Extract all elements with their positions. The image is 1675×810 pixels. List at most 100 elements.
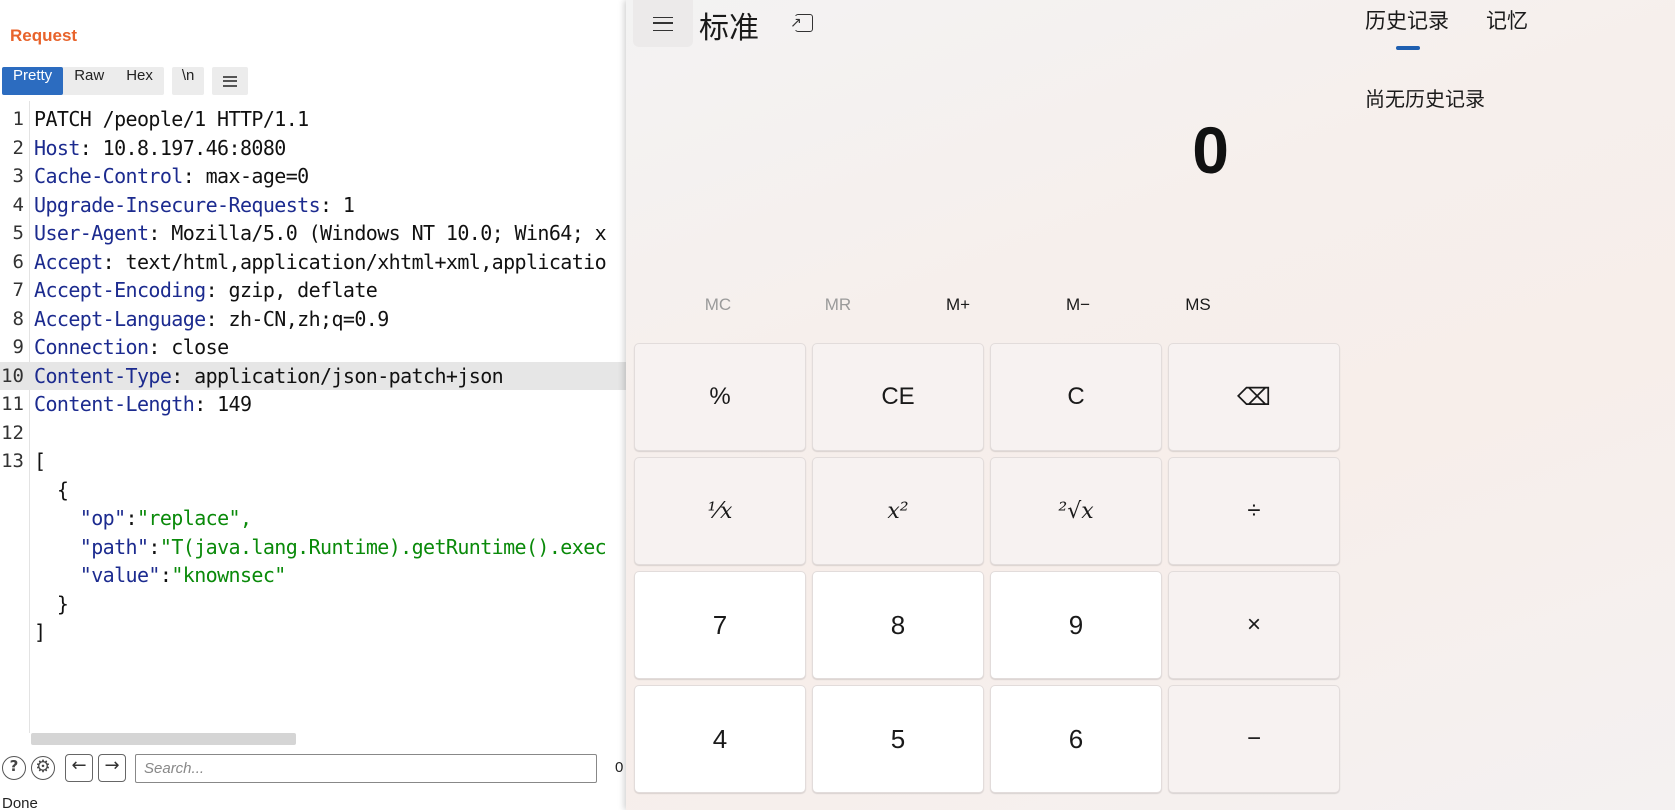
search-bar: ? ⚙ ← → 0 — [0, 753, 626, 783]
editor-line[interactable]: 11 Content-Length: 149 — [0, 390, 626, 419]
view-mode-group: Pretty Raw Hex — [2, 67, 164, 95]
header-value: : zh-CN,zh;q=0.9 — [205, 306, 390, 331]
line-code: PATCH /people/1 HTTP/1.1 — [34, 105, 309, 134]
digit-5-key[interactable]: 5 — [812, 685, 984, 793]
line-code: Upgrade-Insecure-Requests: 1 — [34, 191, 355, 220]
square-root-key[interactable]: ²√x — [990, 457, 1162, 565]
newline-toggle-button[interactable]: \n — [171, 67, 205, 95]
tab-pretty[interactable]: Pretty — [2, 67, 64, 95]
header-value: { — [34, 477, 69, 502]
history-empty-message: 尚无历史记录 — [1365, 87, 1485, 111]
editor-line[interactable]: "value":"knownsec" — [0, 561, 626, 590]
keep-on-top-icon — [790, 14, 813, 32]
header-value: : 1 — [320, 192, 355, 217]
calculator-window: 标准 0 MC MR M+ M− MS %CEC⌫ ¹⁄xx²²√x÷ 789× 456− — [626, 0, 1675, 810]
navigation-menu-button[interactable] — [633, 0, 693, 47]
next-match-button[interactable]: → — [98, 754, 126, 782]
line-number: 12 — [1, 421, 24, 444]
result-display: 0 — [1192, 113, 1229, 187]
editor-line[interactable]: { — [0, 476, 626, 505]
request-editor[interactable]: 1 PATCH /people/1 HTTP/1.1 2 Host: 10.8.197… — [0, 101, 626, 733]
status-text: Done — [2, 795, 38, 810]
editor-line[interactable]: 7 Accept-Encoding: gzip, deflate — [0, 276, 626, 305]
tab-raw[interactable]: Raw — [63, 67, 115, 95]
editor-line[interactable]: 9 Connection: close — [0, 333, 626, 362]
digit-8-key[interactable]: 8 — [812, 571, 984, 679]
memory-add-button[interactable]: M+ — [908, 290, 1008, 320]
line-code: Content-Length: 149 — [34, 390, 252, 419]
divide-key[interactable]: ÷ — [1168, 457, 1340, 565]
line-code: Content-Type: application/json-patch+jso… — [34, 362, 504, 391]
mode-title: 标准 — [699, 11, 759, 46]
digit-6-key[interactable]: 6 — [990, 685, 1162, 793]
line-number: 5 — [12, 222, 24, 244]
match-count: 0 — [615, 759, 624, 776]
digit-9-key[interactable]: 9 — [990, 571, 1162, 679]
editor-line[interactable]: "path":"T(java.lang.Runtime).getRuntime(… — [0, 533, 626, 562]
line-number: 8 — [12, 307, 24, 330]
editor-line[interactable]: 12 — [0, 419, 626, 448]
percent-key[interactable]: % — [634, 343, 806, 451]
subtract-key[interactable]: − — [1168, 685, 1340, 793]
line-number: 11 — [1, 393, 24, 415]
editor-line[interactable]: 5 User-Agent: Mozilla/5.0 (Windows NT 10.… — [0, 219, 626, 248]
header-value: : application/json-patch+json — [171, 363, 504, 388]
line-code: { — [34, 476, 69, 505]
search-input[interactable] — [135, 754, 597, 783]
clear-entry-key[interactable]: CE — [812, 343, 984, 451]
header-value: PATCH /people/1 HTTP/1.1 — [34, 107, 309, 131]
digit-7-key[interactable]: 7 — [634, 571, 806, 679]
editor-line[interactable]: 6 Accept: text/html,application/xhtml+xml… — [0, 248, 626, 277]
reciprocal-key[interactable]: ¹⁄x — [634, 457, 806, 565]
header-value: [ — [34, 449, 46, 473]
header-value: : close — [148, 335, 229, 359]
editor-line[interactable]: "op":"replace", — [0, 504, 626, 533]
line-code: } — [34, 590, 69, 619]
editor-line[interactable]: } — [0, 590, 626, 619]
header-value: : text/html,application/xhtml+xml,applic… — [102, 249, 607, 274]
editor-menu-button[interactable] — [212, 67, 249, 95]
editor-line[interactable]: 2 Host: 10.8.197.46:8080 — [0, 134, 626, 163]
header-value: } — [34, 591, 69, 616]
json-key: "op" — [79, 506, 126, 530]
previous-match-button[interactable]: ← — [65, 754, 93, 782]
editor-line[interactable]: 1 PATCH /people/1 HTTP/1.1 — [0, 105, 626, 134]
memory-subtract-button[interactable]: M− — [1028, 290, 1128, 320]
line-code: Cache-Control: max-age=0 — [34, 162, 309, 191]
header-value: : gzip, deflate — [205, 278, 378, 302]
view-tabs: Pretty Raw Hex \n — [2, 67, 249, 95]
json-value: "replace", — [136, 506, 252, 530]
tab-memory[interactable]: 记忆 — [1486, 5, 1528, 35]
editor-line[interactable]: 8 Accept-Language: zh-CN,zh;q=0.9 — [0, 305, 626, 334]
editor-line[interactable]: 4 Upgrade-Insecure-Requests: 1 — [0, 191, 626, 220]
memory-clear-button[interactable]: MC — [668, 290, 768, 320]
header-name: Upgrade-Insecure-Requests — [34, 192, 321, 217]
line-code: "op":"replace", — [79, 506, 252, 530]
header-name: Accept-Language — [34, 306, 206, 331]
header-value: : 10.8.197.46:8080 — [79, 135, 287, 160]
editor-line[interactable]: 10 Content-Type: application/json-patch+j… — [0, 361, 626, 391]
help-icon[interactable]: ? — [2, 756, 26, 780]
line-code: Connection: close — [34, 333, 229, 362]
horizontal-scrollbar[interactable] — [31, 733, 296, 745]
multiply-key[interactable]: × — [1168, 571, 1340, 679]
square-key[interactable]: x² — [812, 457, 984, 565]
digit-4-key[interactable]: 4 — [634, 685, 806, 793]
memory-row: MC MR M+ M− MS — [633, 290, 1239, 320]
header-value: : 149 — [194, 392, 252, 416]
backspace-key[interactable]: ⌫ — [1168, 343, 1340, 451]
memory-store-button[interactable]: MS — [1148, 290, 1248, 320]
tab-hex[interactable]: Hex — [115, 67, 164, 95]
editor-line[interactable]: ] — [0, 618, 626, 647]
line-number: 1 — [12, 108, 24, 130]
tab-history[interactable]: 历史记录 — [1365, 5, 1449, 35]
gear-icon[interactable]: ⚙ — [31, 756, 55, 780]
memory-recall-button[interactable]: MR — [788, 290, 888, 320]
line-number: 7 — [12, 279, 24, 301]
clear-key[interactable]: C — [990, 343, 1162, 451]
request-title: Request — [10, 26, 78, 45]
editor-line[interactable]: 3 Cache-Control: max-age=0 — [0, 162, 626, 191]
editor-line[interactable]: 13 [ — [0, 447, 626, 476]
json-value: "knownsec" — [171, 563, 286, 587]
keep-on-top-button[interactable] — [782, 4, 826, 42]
